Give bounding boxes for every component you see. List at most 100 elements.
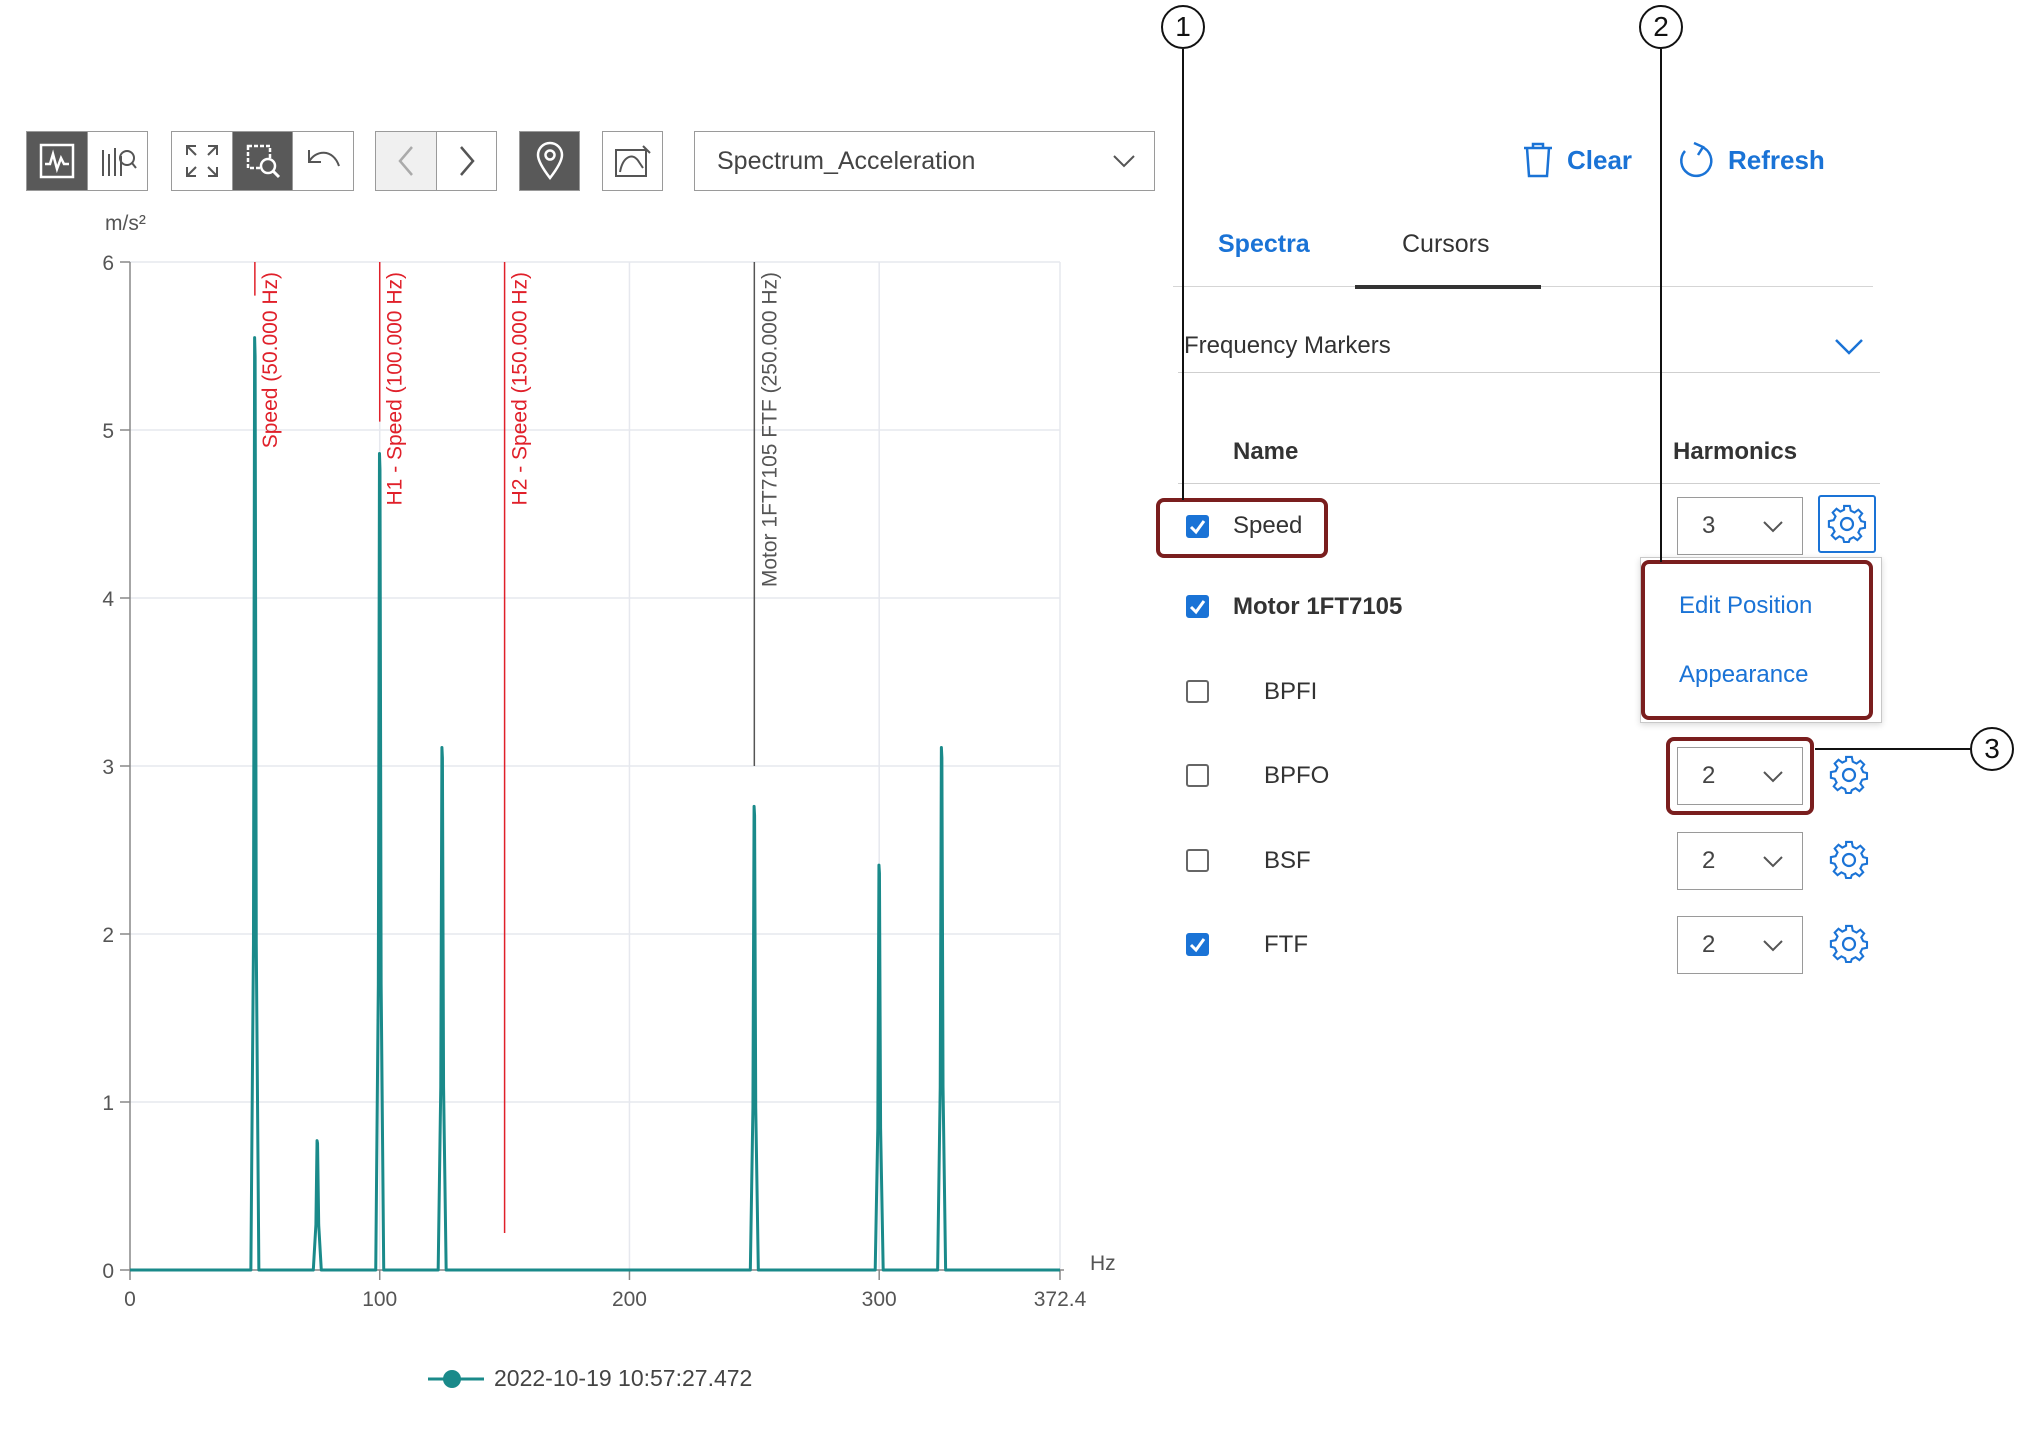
- shape-select-icon: [614, 145, 651, 177]
- speed-harmonics-value: 3: [1702, 512, 1716, 539]
- speed-harmonics-select[interactable]: 3: [1677, 497, 1803, 555]
- navigation-group: [375, 131, 497, 191]
- highlight-harmonics-select: [1666, 737, 1814, 815]
- marker-button[interactable]: [520, 132, 579, 190]
- frequency-marker-label: H1 - Speed (100.000 Hz): [384, 272, 407, 505]
- highlight-speed-row: [1156, 498, 1328, 558]
- x-unit-label: Hz: [1090, 1252, 1116, 1275]
- signal-select-value: Spectrum_Acceleration: [717, 146, 976, 175]
- previous-button[interactable]: [376, 132, 436, 190]
- zoom-fit-icon: [186, 145, 218, 177]
- motor-checkbox[interactable]: [1186, 595, 1209, 618]
- shape-toggle-group: [602, 131, 663, 191]
- frequency-markers-header[interactable]: Frequency Markers: [1184, 332, 1391, 360]
- location-pin-icon: [536, 141, 563, 181]
- refresh-label: Refresh: [1728, 144, 1825, 175]
- x-tick-label: 0: [124, 1288, 136, 1311]
- column-header-harmonics: Harmonics: [1673, 438, 1798, 465]
- zoom-box-icon: [246, 144, 280, 179]
- clear-button[interactable]: Clear: [1521, 140, 1632, 180]
- spectrum-series-line: [130, 336, 1060, 1272]
- zoom-box-button[interactable]: [232, 132, 292, 190]
- callout-3: 3: [1970, 727, 2014, 771]
- tab-spectra[interactable]: Spectra: [1218, 230, 1310, 259]
- x-tick-label: 200: [612, 1288, 647, 1311]
- spectrum-analysis-view-button[interactable]: [87, 132, 147, 190]
- tab-cursors[interactable]: Cursors: [1402, 230, 1490, 259]
- ftf-checkbox[interactable]: [1186, 933, 1209, 956]
- ftf-harmonics-select[interactable]: 2: [1677, 916, 1803, 974]
- trash-icon: [1524, 142, 1552, 178]
- y-tick-label: 6: [102, 252, 114, 275]
- undo-zoom-icon: [307, 150, 340, 167]
- bsf-checkbox[interactable]: [1186, 849, 1209, 872]
- highlight-context-menu: [1641, 560, 1873, 720]
- x-tick-label: 300: [862, 1288, 897, 1311]
- active-tab-indicator: [1355, 285, 1541, 289]
- section-divider: [1178, 372, 1880, 373]
- chevron-down-icon: [1763, 856, 1783, 868]
- y-tick-label: 3: [102, 756, 114, 779]
- chevron-right-icon: [459, 146, 475, 176]
- gear-icon: [1829, 840, 1869, 880]
- refresh-button[interactable]: Refresh: [1676, 140, 1825, 180]
- chevron-down-icon[interactable]: [1834, 336, 1864, 358]
- frequency-marker-label: Motor 1FT7105 FTF (250.000 Hz): [758, 272, 781, 587]
- y-tick-label: 5: [102, 420, 114, 443]
- ftf-label: FTF: [1264, 931, 1308, 958]
- gear-icon: [1829, 924, 1869, 964]
- bpfi-checkbox[interactable]: [1186, 680, 1209, 703]
- callout-2: 2: [1639, 5, 1683, 49]
- bpfi-label: BPFI: [1264, 678, 1318, 705]
- y-tick-label: 1: [102, 1092, 114, 1115]
- speed-settings-button[interactable]: [1818, 495, 1876, 553]
- legend-label: 2022-10-19 10:57:27.472: [494, 1365, 753, 1391]
- gear-icon: [1827, 504, 1867, 544]
- refresh-icon: [1680, 141, 1713, 178]
- x-tick-label: 372.4: [1034, 1288, 1087, 1311]
- frequency-marker-label: H2 - Speed (150.000 Hz): [509, 272, 532, 505]
- chart-legend[interactable]: 2022-10-19 10:57:27.472: [428, 1365, 752, 1392]
- checkmark-icon: [1189, 600, 1206, 615]
- zoom-toggle-group: [171, 131, 354, 191]
- chevron-down-icon: [1763, 940, 1783, 952]
- frequency-marker-label: Speed (50.000 Hz): [259, 272, 282, 448]
- tab-cursors-label: Cursors: [1402, 230, 1490, 258]
- section-title: Frequency Markers: [1184, 332, 1391, 359]
- waveform-icon: [39, 143, 75, 179]
- bsf-harmonics-value: 2: [1702, 847, 1716, 874]
- motor-label: Motor 1FT7105: [1233, 593, 1403, 620]
- ftf-settings-button[interactable]: [1826, 921, 1872, 967]
- marker-toggle-group: [519, 131, 580, 191]
- y-tick-label: 2: [102, 924, 114, 947]
- chevron-down-icon: [1763, 521, 1783, 533]
- gear-icon: [1829, 755, 1869, 795]
- checkmark-icon: [1189, 938, 1206, 953]
- bpfo-checkbox[interactable]: [1186, 764, 1209, 787]
- bsf-harmonics-select[interactable]: 2: [1677, 832, 1803, 890]
- legend-series-swatch: [428, 1369, 484, 1388]
- bpfo-label: BPFO: [1264, 762, 1330, 789]
- spectrum-chart[interactable]: 0 1 2 3 4 5 6 0 100 200 300 372.4 m/s² Hz Speed (50.00…: [0, 200, 1130, 1440]
- chevron-down-icon: [1113, 155, 1135, 168]
- waveform-view-button[interactable]: [27, 132, 87, 190]
- spectrum-analysis-icon: [101, 148, 137, 176]
- zoom-fit-button[interactable]: [172, 132, 232, 190]
- shape-select-button[interactable]: [603, 132, 662, 190]
- clear-label: Clear: [1567, 144, 1633, 175]
- bsf-settings-button[interactable]: [1826, 837, 1872, 883]
- tab-spectra-label: Spectra: [1218, 230, 1310, 258]
- column-header-divider: [1178, 483, 1880, 484]
- column-header-name: Name: [1233, 438, 1299, 465]
- undo-zoom-button[interactable]: [292, 132, 352, 190]
- x-tick-label: 100: [362, 1288, 397, 1311]
- chevron-left-icon: [398, 146, 413, 176]
- ftf-harmonics-value: 2: [1702, 931, 1716, 958]
- bsf-label: BSF: [1264, 847, 1311, 874]
- next-button[interactable]: [436, 132, 496, 190]
- callout-1: 1: [1161, 5, 1205, 49]
- bpfo-settings-button[interactable]: [1826, 752, 1872, 798]
- view-toggle-group: [26, 131, 148, 191]
- signal-select[interactable]: Spectrum_Acceleration: [694, 131, 1155, 191]
- y-tick-label: 0: [102, 1260, 114, 1283]
